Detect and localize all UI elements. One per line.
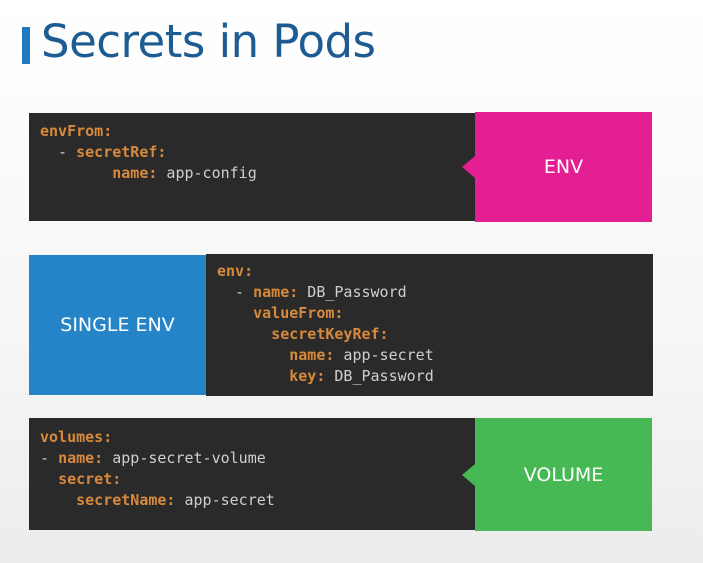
page-title: Secrets in Pods (41, 15, 376, 68)
code-lines: env: - name: DB_Password valueFrom: secr… (217, 261, 653, 387)
code-line: - name: app-secret-volume (40, 448, 476, 469)
code-indent: - (40, 143, 77, 161)
volume-tag-label: VOLUME (523, 463, 604, 486)
yaml-key: secretKeyRef: (271, 325, 389, 343)
yaml-key: envFrom: (40, 122, 113, 140)
code-line: name: app-secret (217, 345, 653, 366)
env-tag: ENV (462, 112, 652, 222)
yaml-key: name: (253, 283, 299, 301)
code-line: env: (217, 261, 653, 282)
yaml-key: name: (58, 449, 104, 467)
yaml-value: app-secret (334, 346, 434, 364)
yaml-value: DB_Password (325, 367, 434, 385)
code-indent: - (217, 283, 254, 301)
yaml-key: name: (289, 346, 335, 364)
yaml-key: secretRef: (76, 143, 167, 161)
code-line: secret: (40, 469, 476, 490)
yaml-key: key: (289, 367, 326, 385)
code-lines: volumes: - name: app-secret-volume secret… (40, 427, 476, 511)
code-lines: envFrom: - secretRef: name: app-config (40, 121, 476, 184)
single-env-code-block: env: - name: DB_Password valueFrom: secr… (206, 254, 653, 396)
yaml-value: app-config (157, 164, 257, 182)
yaml-value: DB_Password (298, 283, 407, 301)
yaml-key: secret: (58, 470, 122, 488)
env-tag-label: ENV (543, 156, 584, 178)
code-line: envFrom: (40, 121, 476, 142)
yaml-key: env: (217, 262, 254, 280)
yaml-key: valueFrom: (253, 304, 344, 322)
volume-code-block: volumes: - name: app-secret-volume secret… (29, 418, 476, 530)
code-line: secretName: app-secret (40, 490, 476, 511)
code-line: - name: DB_Password (217, 282, 653, 303)
code-line: - secretRef: (40, 142, 476, 163)
code-line: name: app-config (40, 163, 476, 184)
code-line: valueFrom: (217, 303, 653, 324)
single-env-tag-label: SINGLE ENV (60, 314, 175, 336)
yaml-key: secretName: (76, 491, 176, 509)
title-accent-bar (22, 27, 30, 64)
env-from-code-block: envFrom: - secretRef: name: app-config (29, 113, 476, 221)
code-indent: - (40, 449, 59, 467)
code-line: key: DB_Password (217, 366, 653, 387)
volume-tag: VOLUME (462, 418, 652, 531)
yaml-key: volumes: (40, 428, 113, 446)
single-env-tag: SINGLE ENV (29, 255, 217, 395)
code-line: secretKeyRef: (217, 324, 653, 345)
yaml-value: app-secret-volume (103, 449, 266, 467)
yaml-key: name: (112, 164, 158, 182)
code-line: volumes: (40, 427, 476, 448)
yaml-value: app-secret (175, 491, 275, 509)
